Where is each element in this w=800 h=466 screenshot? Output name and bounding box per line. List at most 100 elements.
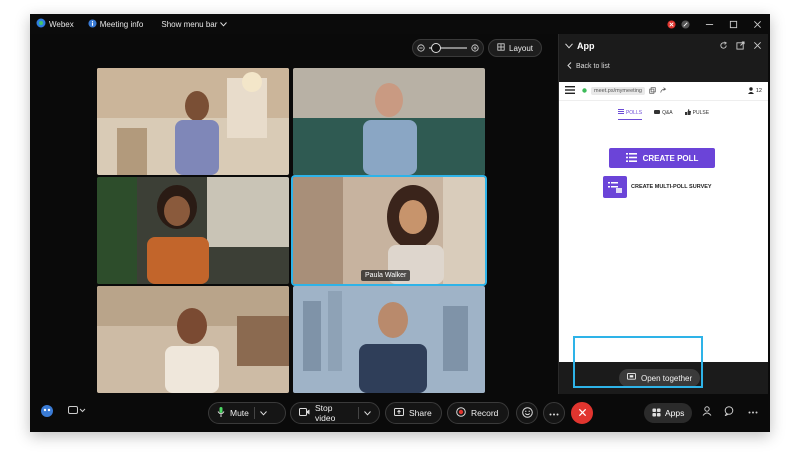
webex-menu[interactable]: Webex (36, 18, 74, 30)
list-icon (625, 152, 637, 164)
tab-qa-label: Q&A (662, 110, 673, 116)
apps-button[interactable]: Apps (644, 403, 693, 423)
show-menu-bar-button[interactable]: Show menu bar (161, 20, 228, 29)
panel-header: App (559, 34, 768, 58)
back-label: Back to list (576, 62, 610, 70)
tab-qa[interactable]: Q&A (654, 109, 673, 120)
video-tile[interactable] (97, 68, 289, 175)
participant-video (97, 177, 289, 284)
zoom-out-icon[interactable] (417, 39, 425, 57)
layout-label: Layout (509, 43, 534, 53)
meeting-info-label: Meeting info (99, 19, 144, 29)
status-dot-icon (582, 87, 587, 95)
settings-icon[interactable] (680, 19, 690, 29)
webex-logo-icon (36, 18, 46, 30)
participant-count: 12 (755, 88, 762, 94)
hamburger-menu-icon[interactable] (565, 86, 575, 96)
list-icon (617, 109, 624, 116)
participant-video (293, 68, 485, 175)
chevron-down-icon[interactable] (364, 408, 371, 418)
info-icon (88, 18, 97, 30)
more-options-button[interactable] (543, 402, 565, 424)
more-panels-icon[interactable] (748, 406, 758, 416)
layout-grid-icon (497, 43, 505, 53)
back-to-list-link[interactable]: Back to list (559, 58, 768, 74)
layout-controls: Layout (412, 39, 543, 57)
zoom-slider[interactable] (412, 39, 484, 57)
thumbs-up-icon (684, 109, 691, 117)
apps-label: Apps (665, 408, 685, 418)
recording-indicator-icon[interactable] (666, 19, 676, 29)
chat-icon[interactable] (724, 406, 734, 418)
microphone-icon (217, 407, 225, 419)
zoom-knob[interactable] (431, 43, 441, 53)
layout-button[interactable]: Layout (488, 39, 543, 57)
participant-video (97, 286, 289, 393)
video-tile[interactable] (97, 286, 289, 393)
maximize-icon[interactable] (728, 19, 738, 29)
close-icon[interactable] (752, 19, 762, 29)
video-camera-icon (299, 408, 310, 418)
poll-app-webview: meet.ps/mymeeting 12 POLLS Q&A PULSE CRE… (559, 82, 768, 362)
pop-out-icon[interactable] (736, 40, 745, 52)
mute-label: Mute (230, 408, 249, 418)
title-bar: Webex Meeting info Show menu bar (30, 14, 770, 34)
participant-name-tag: Paula Walker (361, 270, 411, 281)
panel-title: App (577, 41, 595, 51)
chevron-down-icon[interactable] (260, 408, 267, 418)
share-button[interactable]: Share (385, 402, 442, 424)
divider (253, 407, 255, 419)
close-panel-icon[interactable] (753, 41, 762, 52)
person-icon (747, 86, 754, 96)
window-controls (666, 14, 770, 34)
video-tile-active-speaker[interactable]: Paula Walker (293, 177, 485, 284)
zoom-track[interactable] (429, 43, 467, 53)
poll-tabs: POLLS Q&A PULSE (559, 109, 768, 120)
share-screen-icon (394, 408, 404, 418)
minimize-icon[interactable] (704, 19, 714, 29)
tab-polls[interactable]: POLLS (617, 109, 643, 120)
tab-polls-label: POLLS (625, 109, 643, 116)
refresh-icon[interactable] (719, 41, 728, 52)
chat-bubble-icon (654, 109, 661, 117)
record-button[interactable]: Record (447, 402, 509, 424)
share-arrow-icon[interactable] (660, 86, 667, 96)
share-label: Share (409, 408, 432, 418)
meeting-info-button[interactable]: Meeting info (88, 18, 144, 30)
highlight-box (573, 336, 703, 388)
participant-video (97, 68, 289, 175)
tab-pulse[interactable]: PULSE (684, 109, 710, 120)
more-dots-icon (549, 408, 559, 418)
mute-button[interactable]: Mute (208, 402, 286, 424)
participant-counter: 12 (747, 86, 762, 96)
create-poll-label: CREATE POLL (642, 153, 699, 163)
video-tile[interactable] (97, 177, 289, 284)
panel-actions (719, 40, 762, 52)
record-label: Record (471, 408, 499, 418)
webex-assistant-icon[interactable] (40, 404, 54, 420)
meeting-url: meet.ps/mymeeting (591, 87, 645, 95)
create-survey-button[interactable]: CREATE MULTI-POLL SURVEY (603, 176, 712, 198)
video-tile[interactable] (293, 286, 485, 393)
participant-video (293, 177, 485, 284)
tab-pulse-label: PULSE (692, 110, 710, 116)
collapse-chevron-icon[interactable] (565, 41, 573, 51)
apps-grid-icon (652, 407, 661, 419)
captions-menu[interactable] (68, 406, 86, 417)
app-name: Webex (49, 19, 74, 29)
stop-video-button[interactable]: Stop video (290, 402, 380, 424)
end-call-button[interactable] (571, 402, 593, 424)
meeting-toolbar: Mute Stop video Share Record Apps (30, 398, 770, 432)
reactions-button[interactable] (516, 402, 538, 424)
video-tile[interactable] (293, 68, 485, 175)
zoom-in-icon[interactable] (471, 39, 479, 57)
participants-icon[interactable] (702, 406, 712, 418)
copy-icon[interactable] (649, 86, 656, 96)
stop-video-label: Stop video (315, 403, 336, 423)
participant-video (293, 286, 485, 393)
chevron-down-icon (220, 20, 228, 29)
smiley-icon (521, 406, 533, 420)
create-poll-button[interactable]: CREATE POLL (609, 148, 715, 168)
record-icon (456, 407, 466, 419)
survey-icon (603, 176, 627, 198)
